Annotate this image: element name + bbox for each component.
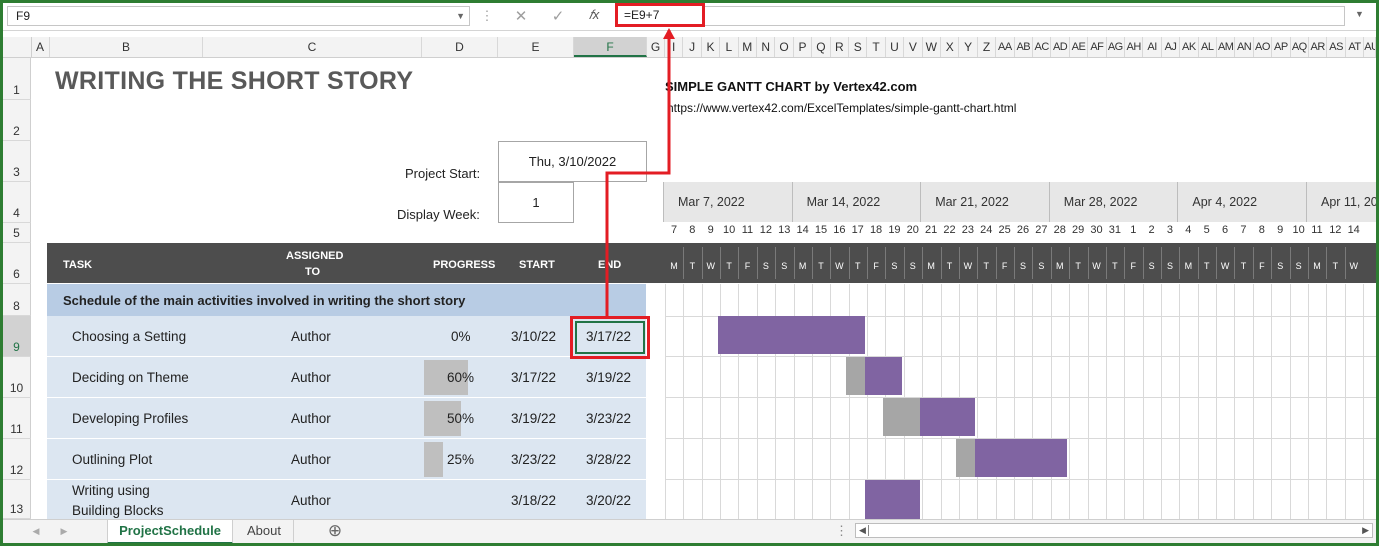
scroll-right-icon[interactable]: ▶	[1362, 524, 1369, 537]
tab-projectschedule[interactable]: ProjectSchedule	[107, 520, 233, 543]
scroll-left-icon[interactable]: ◀	[859, 524, 866, 537]
add-sheet-icon[interactable]: ⊕	[325, 520, 345, 542]
prev-sheet-icon[interactable]: ◀	[29, 520, 43, 542]
tab-split-icon[interactable]: ⋮	[835, 520, 848, 542]
horizontal-scrollbar[interactable]: ◀ ▶	[855, 523, 1373, 538]
scroll-thumb[interactable]	[868, 525, 869, 536]
highlight-arrow	[605, 28, 675, 316]
excel-window: F9 ▼ ⋮ ✕ ✓ 𝑓x =E9+7 ▼ ABCDEFGIJKLMNOPQRS…	[3, 3, 1376, 543]
tab-about[interactable]: About	[235, 520, 294, 542]
next-sheet-icon[interactable]: ▶	[57, 520, 71, 542]
